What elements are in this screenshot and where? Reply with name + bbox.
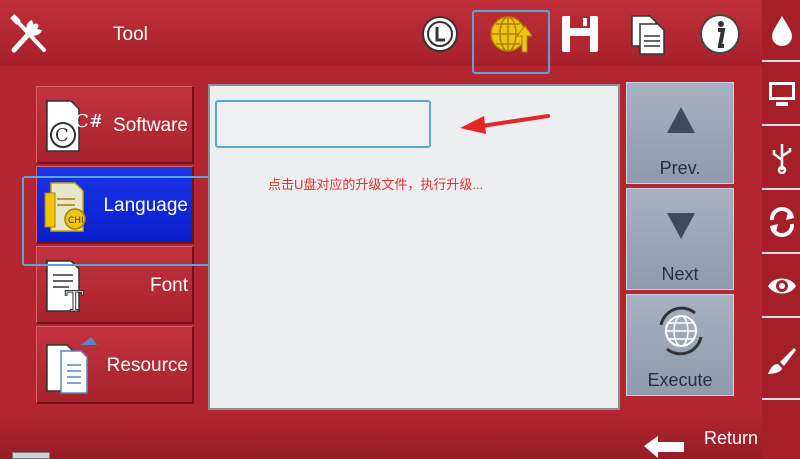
tools-icon[interactable] — [6, 12, 52, 58]
svg-text:C#: C# — [75, 111, 101, 132]
execute-button[interactable]: Execute — [626, 294, 734, 396]
arrow-left-icon — [460, 114, 550, 134]
strip-item-refresh[interactable] — [762, 192, 800, 254]
content-panel: 点击U盘对应的升级文件，执行升级... — [208, 84, 620, 410]
keyboard-icon[interactable] — [12, 452, 50, 459]
page-title: Tool — [113, 24, 148, 45]
upgrade-hint-text: 点击U盘对应的升级文件，执行升级... — [268, 177, 484, 192]
clock-icon[interactable] — [418, 12, 462, 56]
prev-label: Prev. — [659, 158, 701, 178]
eye-icon — [768, 278, 796, 294]
next-label: Next — [661, 264, 699, 284]
globe-refresh-icon — [659, 306, 703, 356]
menu-item-software[interactable]: C C# Software — [36, 86, 194, 164]
save-icon[interactable] — [558, 12, 602, 56]
refresh-icon — [769, 207, 795, 237]
next-button[interactable]: Next — [626, 188, 734, 290]
usb-icon — [772, 144, 792, 174]
brush-icon — [768, 348, 796, 374]
menu-item-label: Font — [149, 275, 188, 296]
strip-item-ink[interactable] — [762, 0, 800, 62]
execute-label: Execute — [647, 370, 713, 390]
document-icon[interactable] — [626, 12, 670, 56]
return-arrow-icon[interactable] — [640, 432, 688, 458]
strip-item-eye[interactable] — [762, 256, 800, 318]
resource-file-icon — [46, 337, 97, 394]
strip-item-monitor[interactable] — [762, 64, 800, 126]
return-button[interactable]: Return — [704, 428, 758, 449]
right-edge-strip — [762, 0, 800, 459]
ink-drop-icon — [772, 16, 792, 46]
strip-item-brush[interactable] — [762, 320, 800, 400]
language-highlight-box — [22, 176, 214, 266]
triangle-down-icon — [667, 213, 695, 239]
svg-text:T: T — [65, 285, 84, 317]
monitor-icon — [769, 82, 795, 106]
top-bar: Tool — [0, 0, 768, 74]
software-file-icon: C C# — [46, 100, 101, 152]
strip-item-usb[interactable] — [762, 128, 800, 190]
menu-item-label: Software — [113, 115, 188, 136]
prev-button[interactable]: Prev. — [626, 82, 734, 184]
menu-item-resource[interactable]: Resource — [36, 326, 194, 404]
upgrade-highlight-box — [472, 10, 550, 74]
svg-text:C: C — [55, 125, 69, 146]
triangle-up-icon — [667, 107, 695, 133]
menu-item-label: Resource — [106, 355, 188, 376]
upgrade-file-input[interactable] — [215, 100, 431, 148]
screen: Tool C C# Software CHI Language T Font R… — [0, 0, 768, 459]
info-icon[interactable] — [698, 12, 742, 56]
